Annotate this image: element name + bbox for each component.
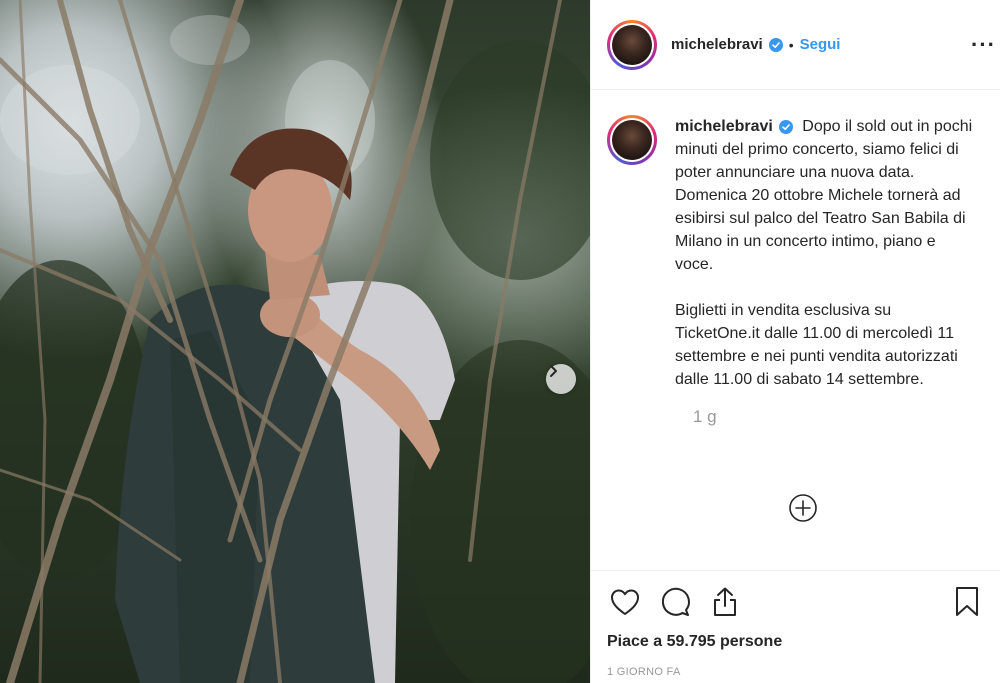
caption-body: michelebravi Dopo il sold out in pochi m… (675, 115, 975, 391)
caption-timestamp: 1 g (693, 407, 717, 426)
carousel-next-button[interactable] (546, 364, 576, 394)
likes-count[interactable]: Piace a 59.795 persone (607, 633, 985, 651)
caption-avatar[interactable] (607, 115, 657, 165)
bookmark-icon (956, 587, 978, 616)
chevron-right-icon (550, 365, 557, 377)
header-username[interactable]: michelebravi (671, 36, 763, 53)
caption: michelebravi Dopo il sold out in pochi m… (607, 115, 985, 391)
post-actions: Piace a 59.795 persone 1 GIORNO FA (591, 570, 1000, 683)
post-header: michelebravi • Segui ··· (591, 0, 1000, 90)
comment-button[interactable] (657, 584, 693, 620)
photo-scene (0, 0, 590, 683)
profile-photo (612, 120, 652, 160)
post-side-panel: michelebravi • Segui ··· michelebravi Do… (590, 0, 1000, 683)
caption-paragraph: Domenica 20 ottobre Michele tornerà ad e… (675, 187, 966, 273)
more-options-button[interactable]: ··· (971, 32, 996, 58)
post-date: 1 GIORNO FA (607, 666, 681, 678)
share-icon (714, 587, 736, 616)
verified-badge-icon (768, 37, 783, 52)
caption-username[interactable]: michelebravi (675, 118, 773, 135)
plus-circle-icon[interactable] (788, 493, 818, 523)
follow-button[interactable]: Segui (800, 36, 841, 53)
verified-badge-icon (778, 119, 793, 134)
caption-paragraph: Biglietti in vendita esclusiva su Ticket… (675, 302, 958, 388)
heart-icon (611, 589, 639, 615)
comments-area: michelebravi Dopo il sold out in pochi m… (591, 91, 1000, 569)
like-button[interactable] (607, 584, 643, 620)
comment-icon (661, 587, 690, 616)
profile-photo (612, 24, 652, 65)
post-photo (0, 0, 590, 683)
share-button[interactable] (707, 584, 743, 620)
separator-dot: • (788, 36, 794, 53)
save-button[interactable] (949, 584, 985, 620)
avatar[interactable] (607, 19, 657, 70)
